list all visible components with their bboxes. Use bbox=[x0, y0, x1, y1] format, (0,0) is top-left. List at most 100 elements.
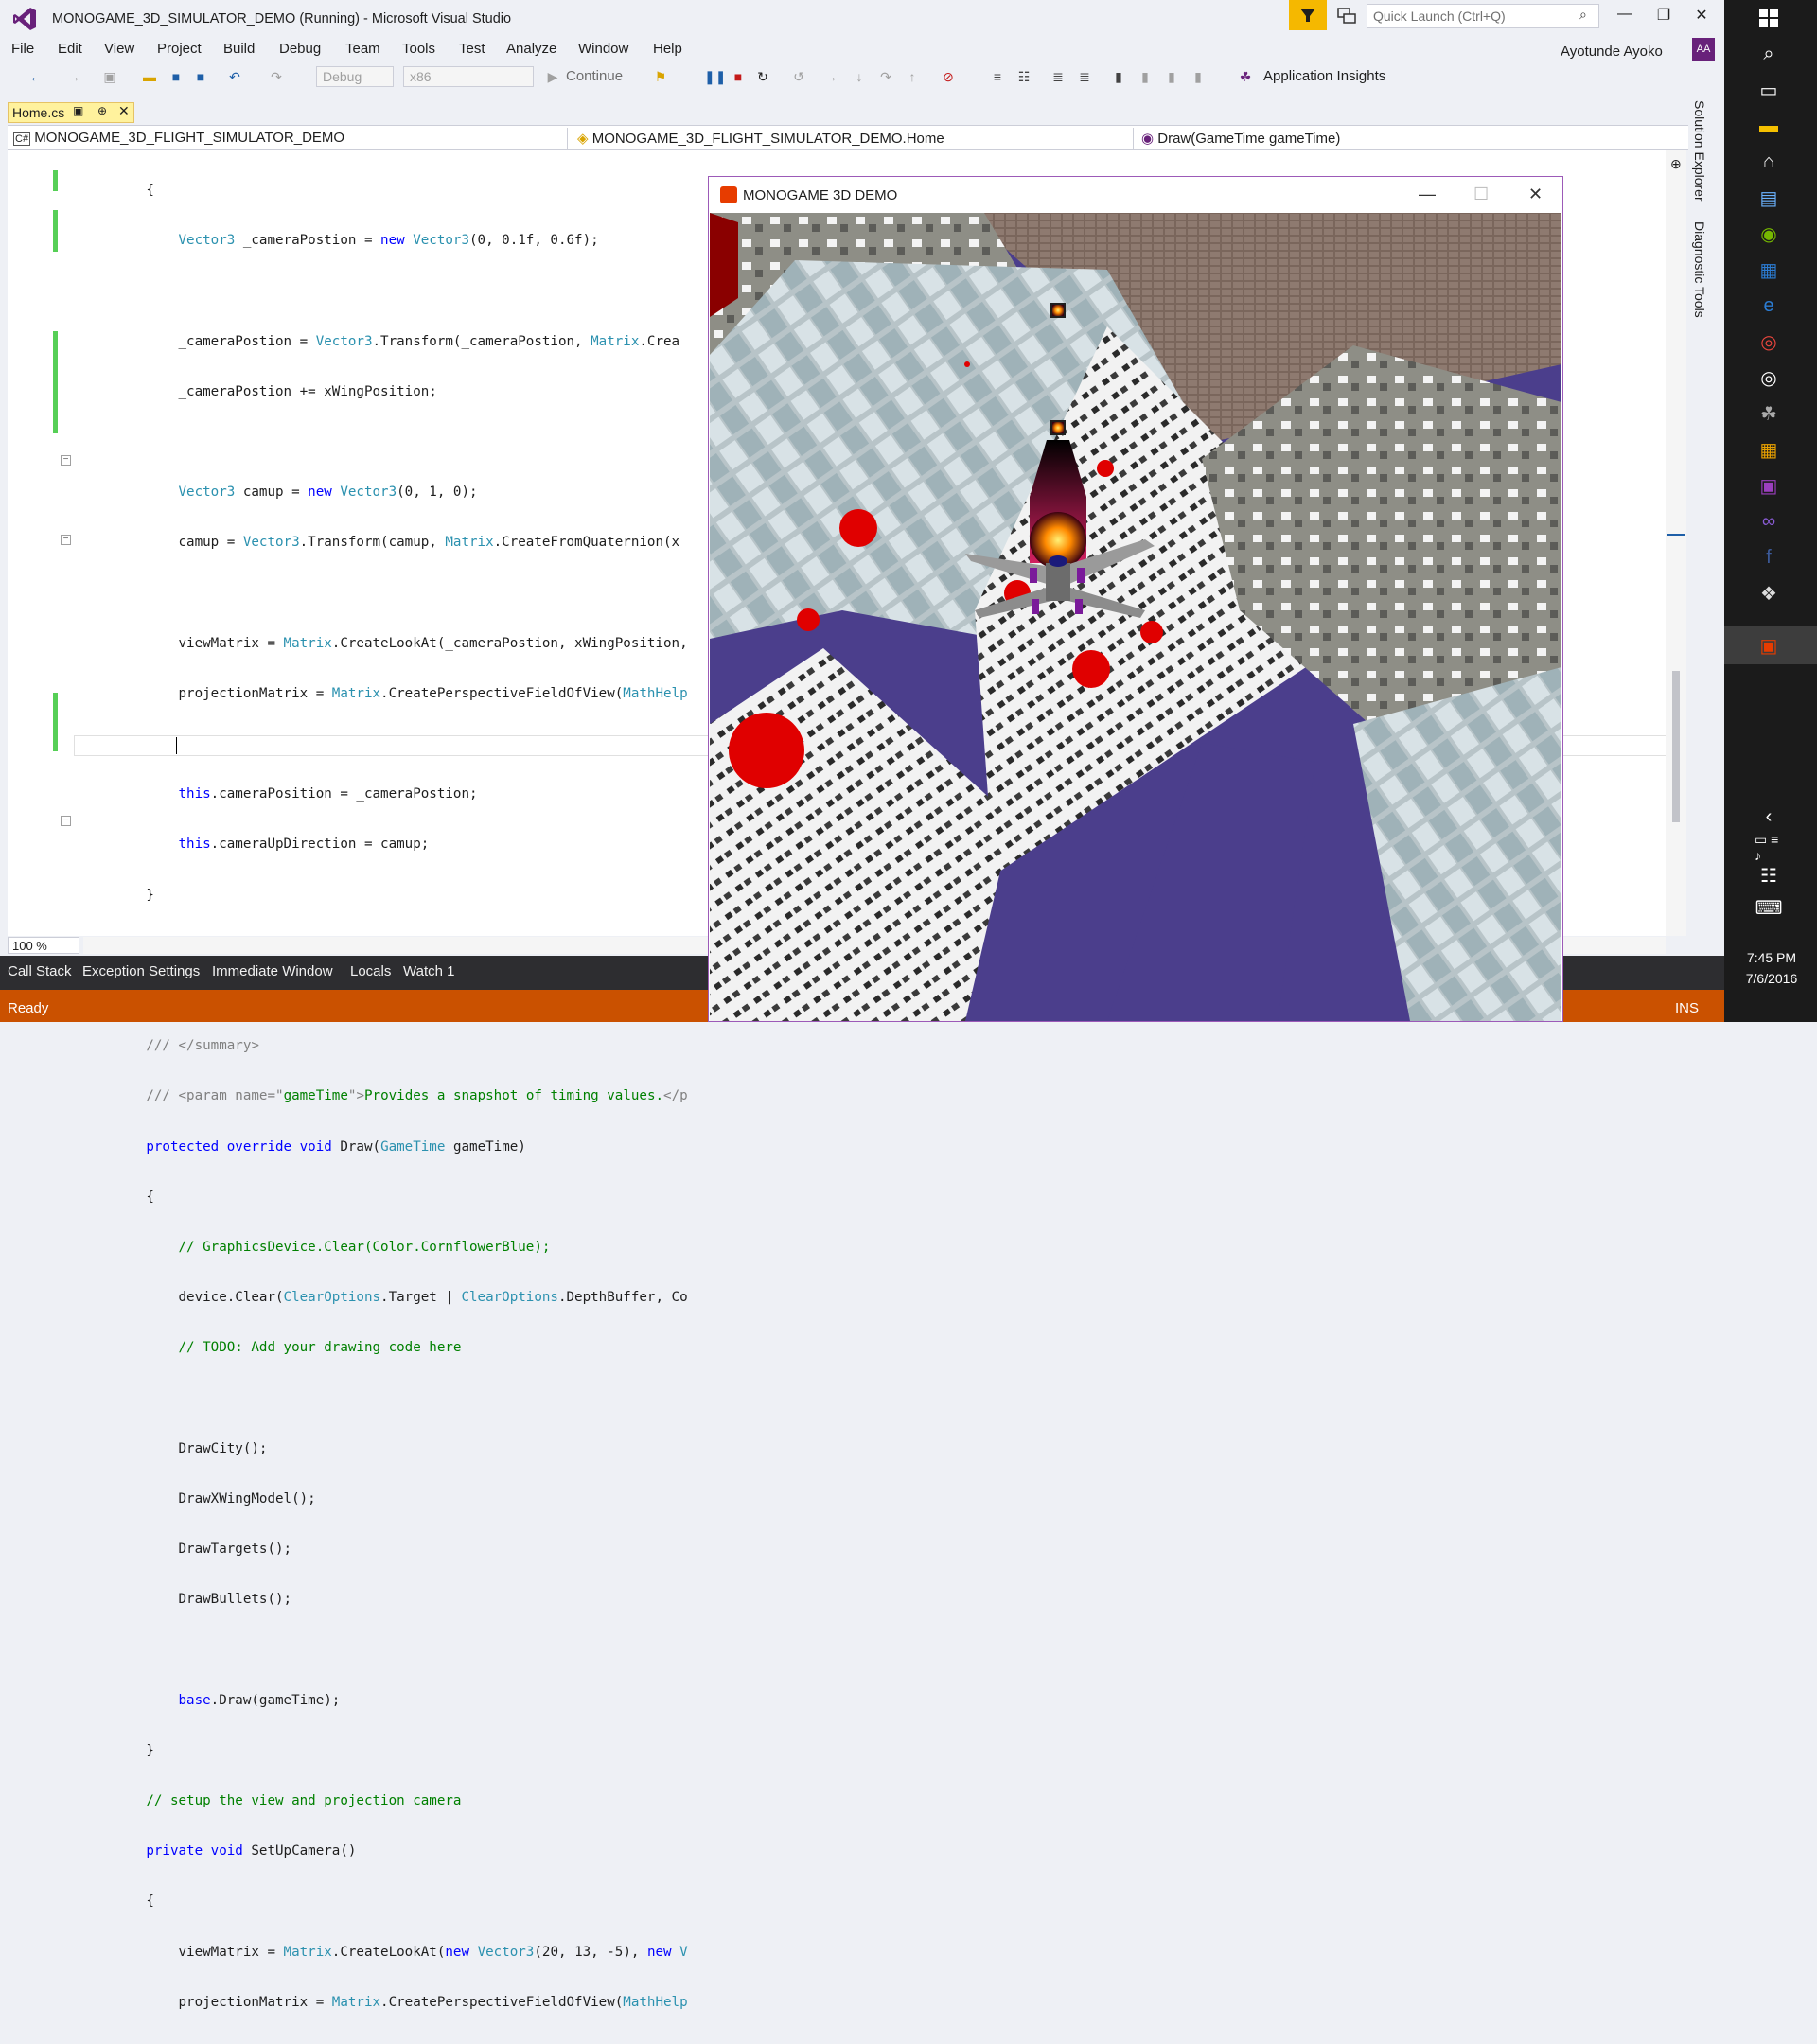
search-icon[interactable]: ⌕ bbox=[1579, 7, 1587, 23]
open-file-icon[interactable]: ▬ bbox=[140, 67, 159, 86]
tab-watch-1[interactable]: Watch 1 bbox=[403, 963, 454, 979]
clock-date[interactable]: 7/6/2016 bbox=[1739, 971, 1804, 986]
menu-project[interactable]: Project bbox=[157, 41, 202, 57]
outlook-icon[interactable]: ▦ bbox=[1755, 256, 1783, 284]
platform-dropdown[interactable]: x86 bbox=[403, 66, 534, 87]
menu-help[interactable]: Help bbox=[653, 41, 682, 57]
windows-start-icon[interactable] bbox=[1755, 4, 1783, 32]
tab-solution-explorer[interactable]: Solution Explorer bbox=[1692, 100, 1707, 202]
file-explorer-icon[interactable]: ▬ bbox=[1755, 112, 1783, 140]
feedback-button[interactable] bbox=[1332, 4, 1361, 28]
step-out-icon[interactable]: ↷ bbox=[876, 67, 895, 86]
visual-studio-icon[interactable]: ∞ bbox=[1755, 507, 1783, 536]
collapse-toggle[interactable]: − bbox=[61, 816, 71, 826]
pin-icon[interactable]: ⊕ bbox=[97, 104, 107, 117]
uncomment-icon[interactable]: ≣ bbox=[1075, 67, 1094, 86]
zoom-dropdown[interactable]: 100 % bbox=[8, 937, 79, 954]
windows-icon[interactable]: ☷ bbox=[1014, 67, 1033, 86]
game-minimize-button[interactable]: — bbox=[1419, 185, 1436, 204]
restart-icon[interactable]: ↻ bbox=[753, 67, 772, 86]
close-icon[interactable]: ✕ bbox=[118, 103, 130, 119]
config-dropdown[interactable]: Debug bbox=[316, 66, 394, 87]
menu-analyze[interactable]: Analyze bbox=[506, 41, 556, 57]
github-icon[interactable]: ☘ bbox=[1755, 399, 1783, 428]
onenote-icon[interactable]: ▣ bbox=[1755, 471, 1783, 500]
game-maximize-button[interactable]: ☐ bbox=[1473, 185, 1489, 204]
clear-bookmarks-icon[interactable]: ▮ bbox=[1189, 67, 1208, 86]
menu-build[interactable]: Build bbox=[223, 41, 255, 57]
breakpoint-toggle-icon[interactable]: ⊘ bbox=[939, 67, 958, 86]
save-all-icon[interactable]: ■ bbox=[191, 67, 210, 86]
action-center-icon[interactable]: ☷ bbox=[1755, 861, 1783, 890]
game-close-button[interactable]: ✕ bbox=[1528, 185, 1543, 204]
camera-icon[interactable]: ◎ bbox=[1755, 363, 1783, 392]
monitor-icon[interactable]: ▤ bbox=[1755, 184, 1783, 212]
clock-time[interactable]: 7:45 PM bbox=[1743, 950, 1800, 965]
menu-view[interactable]: View bbox=[104, 41, 134, 57]
menu-debug[interactable]: Debug bbox=[279, 41, 321, 57]
undo-icon[interactable]: ↶ bbox=[225, 67, 244, 86]
nvidia-icon[interactable]: ◉ bbox=[1755, 220, 1783, 248]
edge-icon[interactable]: e bbox=[1755, 291, 1783, 320]
tab-exception-settings[interactable]: Exception Settings bbox=[82, 963, 200, 979]
tab-call-stack[interactable]: Call Stack bbox=[8, 963, 72, 979]
tab-immediate-window[interactable]: Immediate Window bbox=[212, 963, 333, 979]
tab-home-cs[interactable]: Home.cs ▣ ⊕ ✕ bbox=[8, 102, 134, 123]
play-icon[interactable]: ▶ bbox=[543, 67, 562, 86]
restore-button[interactable]: ❐ bbox=[1652, 6, 1675, 26]
minimize-button[interactable]: — bbox=[1614, 6, 1636, 26]
tab-diagnostic-tools[interactable]: Diagnostic Tools bbox=[1692, 221, 1707, 318]
task-view-icon[interactable]: ▭ bbox=[1755, 76, 1783, 104]
scrollbar-thumb[interactable] bbox=[1672, 671, 1680, 822]
prev-bookmark-icon[interactable]: ▮ bbox=[1136, 67, 1155, 86]
project-dropdown[interactable]: C# MONOGAME_3D_FLIGHT_SIMULATOR_DEMO bbox=[9, 128, 568, 149]
bookmark-icon[interactable]: ▮ bbox=[1109, 67, 1128, 86]
menu-window[interactable]: Window bbox=[578, 41, 628, 57]
class-dropdown[interactable]: ◈ MONOGAME_3D_FLIGHT_SIMULATOR_DEMO.Home bbox=[573, 128, 1134, 149]
collapse-toggle[interactable]: − bbox=[61, 455, 71, 466]
step-over-icon[interactable]: ↓ bbox=[850, 67, 869, 86]
close-button[interactable]: ✕ bbox=[1690, 6, 1713, 26]
notifications-filter-button[interactable] bbox=[1289, 0, 1327, 30]
pause-icon[interactable]: ❚❚ bbox=[704, 67, 726, 86]
menu-file[interactable]: File bbox=[11, 41, 34, 57]
facebook-icon[interactable]: f bbox=[1755, 543, 1783, 572]
game-viewport[interactable] bbox=[710, 213, 1561, 1021]
attach-icon[interactable]: ⚑ bbox=[651, 67, 670, 86]
step-into-icon[interactable]: → bbox=[821, 67, 840, 86]
comment-icon[interactable]: ≣ bbox=[1049, 67, 1067, 86]
continue-button[interactable]: Continue bbox=[566, 68, 623, 84]
dropbox-icon[interactable]: ❖ bbox=[1755, 579, 1783, 608]
vertical-scrollbar[interactable]: ⊕ bbox=[1666, 150, 1686, 936]
keyboard-icon[interactable]: ⌨ bbox=[1755, 893, 1783, 922]
avatar[interactable]: AA bbox=[1692, 38, 1715, 61]
monogame-icon[interactable]: ▣ bbox=[1755, 631, 1783, 660]
format-icon[interactable]: ≡ bbox=[988, 67, 1007, 86]
system-tray-icon[interactable]: ▭ ≡ ♪ bbox=[1755, 832, 1783, 863]
new-project-icon[interactable]: ▣ bbox=[100, 67, 119, 86]
game-window[interactable]: MONOGAME 3D DEMO — ☐ ✕ bbox=[708, 176, 1563, 1022]
quick-launch-input[interactable]: Quick Launch (Ctrl+Q) bbox=[1367, 4, 1599, 28]
game-title-bar[interactable]: MONOGAME 3D DEMO — ☐ ✕ bbox=[709, 177, 1562, 213]
chrome-icon[interactable]: ◎ bbox=[1755, 327, 1783, 356]
tab-locals[interactable]: Locals bbox=[350, 963, 391, 979]
step-back-icon[interactable]: ↑ bbox=[903, 67, 922, 86]
search-icon[interactable]: ⌕ bbox=[1755, 40, 1783, 68]
show-next-statement-icon[interactable]: ↺ bbox=[789, 67, 808, 86]
apps-icon[interactable]: ▦ bbox=[1755, 435, 1783, 464]
next-bookmark-icon[interactable]: ▮ bbox=[1162, 67, 1181, 86]
menu-tools[interactable]: Tools bbox=[402, 41, 435, 57]
member-dropdown[interactable]: ◉ Draw(GameTime gameTime) bbox=[1138, 128, 1688, 149]
save-icon[interactable]: ■ bbox=[167, 67, 185, 86]
user-name[interactable]: Ayotunde Ayoko bbox=[1561, 44, 1663, 60]
application-insights-button[interactable]: Application Insights bbox=[1263, 68, 1385, 84]
menu-edit[interactable]: Edit bbox=[58, 41, 82, 57]
split-icon[interactable]: ⊕ bbox=[1670, 156, 1682, 172]
application-insights-icon[interactable]: ☘ bbox=[1236, 67, 1255, 86]
collapse-toggle[interactable]: − bbox=[61, 535, 71, 545]
menu-test[interactable]: Test bbox=[459, 41, 485, 57]
navigate-back-icon[interactable]: ← bbox=[26, 67, 45, 86]
home-icon[interactable]: ⌂ bbox=[1755, 148, 1783, 176]
chevron-left-icon[interactable]: ‹ bbox=[1755, 802, 1783, 831]
redo-icon[interactable]: ↷ bbox=[267, 67, 286, 86]
